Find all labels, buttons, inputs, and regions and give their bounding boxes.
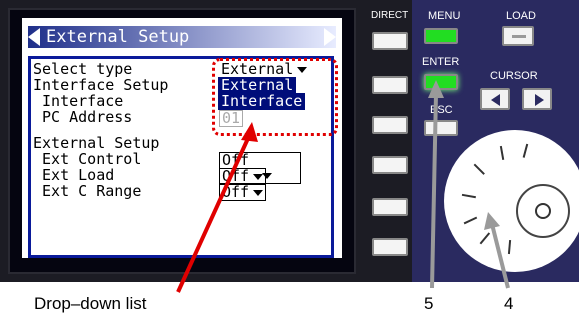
dropdown-caption: Drop–down list — [34, 294, 147, 313]
enter-callout-line — [430, 93, 438, 289]
dial-callout-line — [490, 223, 510, 289]
enter-ref-number: 5 — [424, 294, 434, 313]
callout-overlay — [176, 80, 510, 293]
dropdown-callout-line — [176, 133, 252, 293]
dropdown-callout-arrowhead — [241, 122, 258, 142]
enter-callout-arrowhead — [428, 80, 444, 98]
dial-ref-number: 4 — [504, 294, 514, 313]
dial-callout-arrowhead — [484, 212, 500, 230]
